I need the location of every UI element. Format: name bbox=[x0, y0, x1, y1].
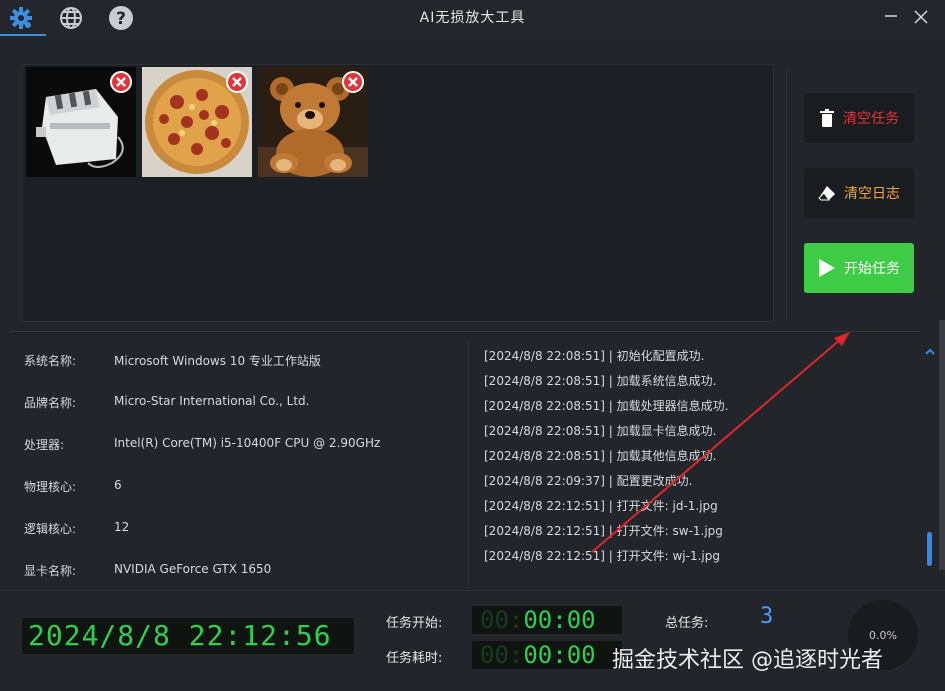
status-divider bbox=[0, 590, 945, 591]
window-title: AI无损放大工具 bbox=[419, 10, 526, 26]
task-start-display: 00:00:00 bbox=[472, 606, 622, 634]
watermark-text: 掘金技术社区 @追逐时光者 bbox=[612, 648, 883, 673]
task-elapsed-display: 00:00:00 bbox=[472, 641, 622, 669]
log-line: [2024/8/8 22:08:51] | 加载处理器信息成功. bbox=[484, 399, 729, 413]
info-value: NVIDIA GeForce GTX 1650 bbox=[114, 562, 272, 576]
total-tasks-value: 3 bbox=[760, 604, 774, 629]
image-thumbnail-pizza[interactable] bbox=[142, 67, 252, 177]
clear-log-label: 清空日志 bbox=[844, 186, 900, 202]
log-divider bbox=[468, 340, 469, 586]
section-divider bbox=[10, 331, 920, 332]
info-value: Intel(R) Core(TM) i5-10400F CPU @ 2.90GH… bbox=[114, 436, 381, 450]
clear-tasks-label: 清空任务 bbox=[843, 111, 899, 127]
info-row-logical-cores: 逻辑核心: 12 bbox=[24, 520, 129, 540]
info-value: 12 bbox=[114, 520, 130, 534]
minimize-icon[interactable] bbox=[882, 6, 900, 24]
lcd-placeholder: 00: bbox=[480, 606, 524, 634]
clear-log-button[interactable]: 清空日志 bbox=[804, 168, 914, 218]
panel-divider bbox=[786, 66, 787, 320]
lcd-placeholder: 00: bbox=[480, 641, 524, 669]
info-row-os: 系统名称: Microsoft Windows 10 专业工作站版 bbox=[24, 352, 321, 372]
total-tasks-label: 总任务: bbox=[665, 616, 709, 631]
active-tab-indicator bbox=[0, 34, 46, 36]
info-label: 显卡名称: bbox=[24, 564, 77, 578]
log-line: [2024/8/8 22:12:51] | 打开文件: jd-1.jpg bbox=[484, 499, 718, 513]
log-line: [2024/8/8 22:08:51] | 加载显卡信息成功. bbox=[484, 424, 717, 438]
image-thumbnail-toaster[interactable] bbox=[26, 67, 136, 177]
play-icon bbox=[818, 258, 836, 278]
log-line: [2024/8/8 22:09:37] | 配置更改成功. bbox=[484, 474, 693, 488]
info-row-cpu: 处理器: Intel(R) Core(TM) i5-10400F CPU @ 2… bbox=[24, 436, 380, 456]
scroll-up-icon[interactable] bbox=[924, 346, 936, 358]
info-value: Micro-Star International Co., Ltd. bbox=[114, 394, 310, 408]
image-list-panel[interactable] bbox=[22, 64, 774, 322]
info-label: 物理核心: bbox=[24, 480, 77, 494]
log-line: [2024/8/8 22:12:51] | 打开文件: wj-1.jpg bbox=[484, 549, 720, 563]
info-label: 品牌名称: bbox=[24, 396, 77, 410]
remove-icon[interactable] bbox=[110, 71, 132, 93]
info-value: Microsoft Windows 10 专业工作站版 bbox=[114, 354, 321, 368]
task-start-value: 00:00 bbox=[523, 606, 596, 634]
info-label: 系统名称: bbox=[24, 354, 77, 368]
log-line: [2024/8/8 22:08:51] | 加载其他信息成功. bbox=[484, 449, 717, 463]
info-label: 逻辑核心: bbox=[24, 522, 77, 536]
start-task-button[interactable]: 开始任务 bbox=[804, 243, 914, 293]
log-line: [2024/8/8 22:12:51] | 打开文件: sw-1.jpg bbox=[484, 524, 723, 538]
background-window-edge bbox=[939, 320, 945, 570]
remove-icon[interactable] bbox=[226, 71, 248, 93]
info-row-brand: 品牌名称: Micro-Star International Co., Ltd. bbox=[24, 394, 309, 414]
progress-value: 0.0% bbox=[869, 628, 897, 642]
clear-tasks-button[interactable]: 清空任务 bbox=[804, 93, 914, 143]
log-line: [2024/8/8 22:08:51] | 初始化配置成功. bbox=[484, 349, 705, 363]
task-start-label: 任务开始: bbox=[386, 616, 443, 631]
image-thumbnail-teddy-bear[interactable] bbox=[258, 67, 368, 177]
task-elapsed-value: 00:00 bbox=[523, 641, 596, 669]
info-label: 处理器: bbox=[24, 438, 65, 452]
task-elapsed-label: 任务耗时: bbox=[386, 651, 443, 666]
clock-display: 2024/8/8 22:12:56 bbox=[22, 618, 354, 654]
info-value: 6 bbox=[114, 478, 122, 492]
info-row-physical-cores: 物理核心: 6 bbox=[24, 478, 122, 498]
log-panel[interactable]: [2024/8/8 22:08:51] | 初始化配置成功. [2024/8/8… bbox=[484, 346, 924, 576]
start-task-label: 开始任务 bbox=[844, 261, 900, 277]
eraser-icon bbox=[818, 185, 836, 201]
remove-icon[interactable] bbox=[342, 71, 364, 93]
log-line: [2024/8/8 22:08:51] | 加载系统信息成功. bbox=[484, 374, 717, 388]
trash-icon bbox=[819, 109, 835, 127]
info-row-gpu: 显卡名称: NVIDIA GeForce GTX 1650 bbox=[24, 562, 271, 582]
log-scrollbar-thumb[interactable] bbox=[927, 532, 932, 566]
close-icon[interactable] bbox=[910, 6, 932, 28]
